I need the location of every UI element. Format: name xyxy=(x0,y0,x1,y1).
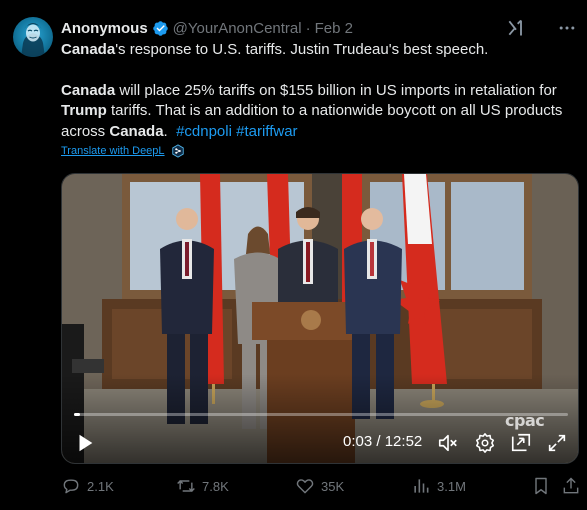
tweet-text-segment: . xyxy=(163,122,177,140)
mute-icon xyxy=(438,434,457,452)
anonymous-mask-icon xyxy=(21,23,45,57)
picture-in-picture-icon xyxy=(511,433,531,452)
hashtag-tariffwar[interactable]: #tariffwar xyxy=(236,123,297,140)
tweet-paragraph-2: Canada will place 25% tariffs on $155 bi… xyxy=(61,81,581,143)
reply-icon xyxy=(63,479,79,494)
settings-icon xyxy=(475,433,495,453)
share-button[interactable] xyxy=(561,476,587,496)
tweet-actions: 2.1K 7.8K 35K 3.1M xyxy=(61,476,581,498)
avatar[interactable] xyxy=(13,17,53,57)
tweet-card[interactable]: Anonymous @YourAnonCentral · Feb 2 Canad… xyxy=(0,0,587,510)
bookmark-button[interactable] xyxy=(531,476,557,496)
video-duration: 12:52 xyxy=(384,433,423,450)
video-frame xyxy=(62,174,578,463)
author-handle[interactable]: @YourAnonCentral xyxy=(173,20,302,37)
grok-icon[interactable] xyxy=(506,18,526,38)
repost-count: 7.8K xyxy=(202,478,229,494)
tweet-header: Anonymous @YourAnonCentral · Feb 2 xyxy=(61,18,353,38)
heart-icon xyxy=(296,479,314,494)
reply-button[interactable]: 2.1K xyxy=(61,476,114,496)
video-current-time: 0:03 xyxy=(343,433,373,450)
views-button[interactable]: 3.1M xyxy=(411,476,466,496)
repost-icon xyxy=(177,479,195,493)
play-button[interactable] xyxy=(72,430,98,456)
bold-trump: Trump xyxy=(61,102,107,119)
header-separator: · xyxy=(305,19,311,37)
tweet-text-segment: will place 25% tariffs on $155 billion i… xyxy=(115,81,557,99)
like-button[interactable]: 35K xyxy=(295,476,344,496)
tweet-line-1-rest: 's response to U.S. tariffs. Justin Trud… xyxy=(115,41,489,58)
view-count: 3.1M xyxy=(437,478,466,494)
tweet-date[interactable]: Feb 2 xyxy=(315,20,353,37)
bookmark-icon xyxy=(535,477,547,495)
play-icon xyxy=(79,434,93,452)
mute-button[interactable] xyxy=(436,431,460,455)
translate-label[interactable]: Translate with DeepL xyxy=(61,145,165,157)
author-display-name[interactable]: Anonymous xyxy=(61,20,148,37)
video-time: 0:03 / 12:52 xyxy=(343,433,422,450)
deepl-icon xyxy=(171,144,184,158)
tweet-line-1: Canada's response to U.S. tariffs. Justi… xyxy=(61,40,581,61)
picture-in-picture-button[interactable] xyxy=(509,431,533,455)
verified-badge-icon[interactable] xyxy=(152,20,169,37)
settings-button[interactable] xyxy=(473,431,497,455)
video-player[interactable]: cpac 0:03 / 12:52 xyxy=(61,173,579,464)
tweet-text: Canada's response to U.S. tariffs. Justi… xyxy=(61,40,581,142)
bold-canada: Canada xyxy=(61,81,116,99)
fullscreen-button[interactable] xyxy=(545,431,569,455)
reply-count: 2.1K xyxy=(87,478,114,494)
translate-link[interactable]: Translate with DeepL xyxy=(61,144,185,158)
fullscreen-icon xyxy=(548,434,566,452)
video-progress-fill xyxy=(74,413,80,416)
like-count: 35K xyxy=(321,478,345,494)
repost-button[interactable]: 7.8K xyxy=(176,476,229,496)
bold-canada: Canada xyxy=(109,122,164,140)
hashtag-cdnpoli[interactable]: #cdnpoli xyxy=(176,123,232,140)
video-time-separator: / xyxy=(372,433,385,450)
more-options-icon[interactable] xyxy=(557,18,577,38)
bold-canada: Canada xyxy=(61,41,116,58)
video-progress-bar[interactable] xyxy=(74,413,568,416)
share-icon xyxy=(563,477,579,494)
analytics-icon xyxy=(414,479,429,493)
